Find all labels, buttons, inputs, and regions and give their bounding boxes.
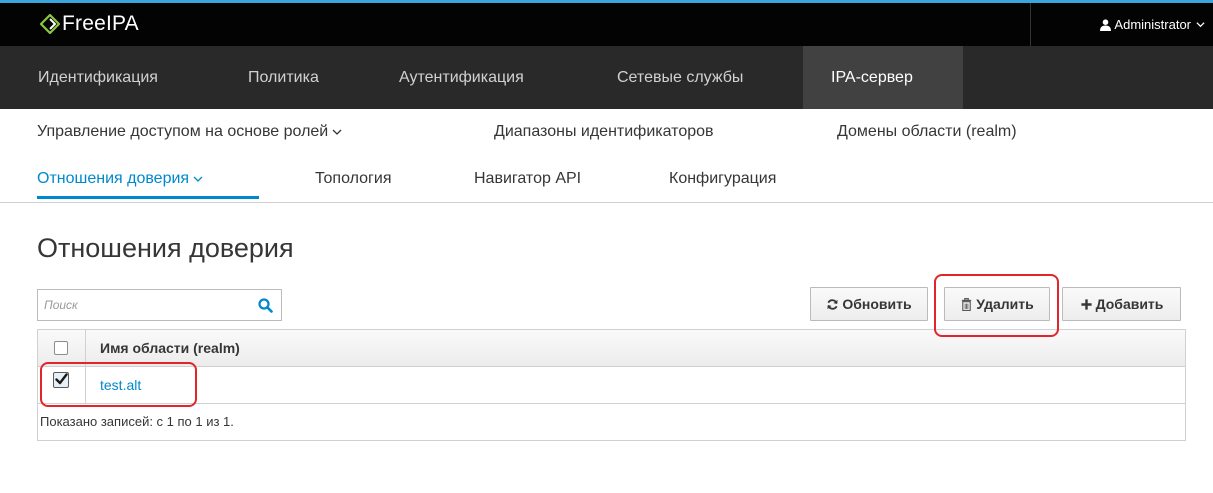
nav-policy[interactable]: Политика [248, 46, 319, 109]
page-title: Отношения доверия [37, 233, 294, 263]
trusts-table: Имя области (realm) test.alt Показано за… [37, 329, 1186, 441]
nav-authentication[interactable]: Аутентификация [399, 46, 524, 109]
user-menu[interactable]: Administrator [1030, 3, 1213, 46]
refresh-button[interactable]: Обновить [810, 287, 928, 321]
add-label: Добавить [1095, 296, 1164, 312]
refresh-icon [827, 298, 838, 310]
user-name: Administrator [1114, 17, 1191, 32]
search-input[interactable] [38, 290, 248, 320]
table-footer: Показано записей: с 1 по 1 из 1. [40, 414, 234, 429]
refresh-label: Обновить [842, 296, 912, 312]
nav-network-services[interactable]: Сетевые службы [617, 46, 743, 109]
selected-row-highlight [40, 362, 197, 407]
add-button[interactable]: Добавить [1062, 287, 1181, 321]
column-header-realm[interactable]: Имя области (realm) [100, 340, 240, 356]
nav-ipa-server[interactable]: IPA-сервер [803, 46, 963, 109]
subnav-rbac[interactable]: Управление доступом на основе ролей [37, 119, 342, 145]
brand[interactable]: FreeIPA [40, 9, 139, 39]
active-tab-underline [37, 196, 259, 199]
plus-icon [1080, 298, 1092, 310]
subnav-configuration[interactable]: Конфигурация [669, 166, 776, 192]
subnav-realm-domains[interactable]: Домены области (realm) [837, 119, 1017, 145]
brand-name: FreeIPA [62, 12, 139, 35]
search-icon[interactable] [258, 298, 273, 313]
subnav-topology[interactable]: Топология [315, 166, 391, 192]
chevron-down-icon [332, 129, 342, 135]
freeipa-logo-icon [40, 14, 60, 34]
subnav-api-browser[interactable]: Навигатор API [474, 166, 581, 192]
delete-button-highlight [934, 274, 1059, 337]
table-row: test.alt [38, 367, 1185, 404]
top-bar: FreeIPA Administrator [0, 0, 1213, 46]
subnav-rbac-label: Управление доступом на основе ролей [37, 123, 329, 140]
user-icon [1100, 18, 1112, 31]
chevron-down-icon [193, 176, 203, 182]
nav-identity[interactable]: Идентификация [38, 46, 158, 109]
primary-nav: Идентификация Политика Аутентификация Се… [0, 46, 1213, 109]
subnav-id-ranges[interactable]: Диапазоны идентификаторов [494, 119, 714, 145]
chevron-down-icon [1196, 22, 1205, 28]
subnav-trusts[interactable]: Отношения доверия [37, 166, 203, 192]
select-all-checkbox[interactable] [54, 341, 68, 355]
subnav-trusts-label: Отношения доверия [37, 170, 190, 187]
search-box [37, 289, 282, 321]
